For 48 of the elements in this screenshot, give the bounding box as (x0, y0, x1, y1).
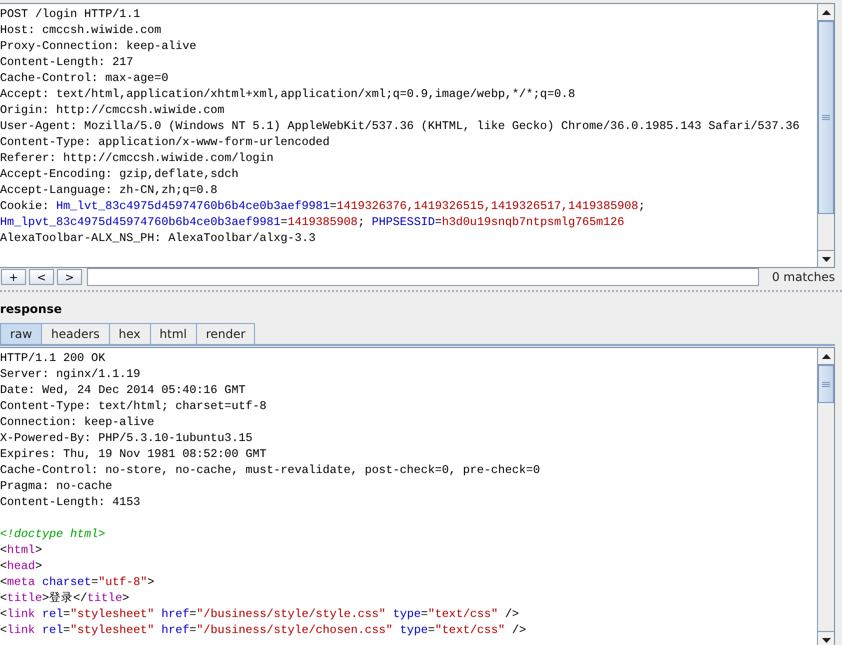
code-line: <title>登录</title> (0, 590, 130, 606)
scroll-up-icon[interactable] (818, 348, 834, 365)
scrollbar[interactable] (817, 348, 834, 645)
code-line: Accept: text/html,application/xhtml+xml,application/xml;q=0.9,image/webp,*/*;q=0.8 (0, 86, 576, 102)
section-title: response (0, 301, 63, 318)
code-line: <!doctype html> (0, 526, 106, 542)
scroll-thumb[interactable] (818, 365, 834, 403)
code-line: Content-Length: 217 (0, 54, 134, 70)
code-line: Accept-Language: zh-CN,zh;q=0.8 (0, 182, 218, 198)
code-line: Connection: keep-alive (0, 414, 156, 430)
code-line: Expires: Thu, 19 Nov 1981 08:52:00 GMT (0, 446, 268, 462)
code-line: User-Agent: Mozilla/5.0 (Windows NT 5.1) AppleWebKit/537.36 (KHTML, like Gecko) Chrome/36.0.1985.143 Safari/537.36 (0, 118, 801, 134)
code-line: Proxy-Connection: keep-alive (0, 38, 198, 54)
tab[interactable]: render (196, 323, 256, 344)
code-line: Cache-Control: max-age=0 (0, 70, 170, 86)
code-line: <link rel="stylesheet" href="/business/style/chosen.css" type="text/css" /> (0, 622, 528, 638)
tab[interactable]: raw (0, 323, 42, 344)
search-nav-button[interactable]: > (57, 269, 82, 285)
code-line: Origin: http://cmccsh.wiwide.com (0, 102, 226, 118)
code-line: Cache-Control: no-store, no-cache, must-revalidate, post-check=0, pre-check=0 (0, 462, 542, 478)
code-line: AlexaToolbar-ALX_NS_PH: AlexaToolbar/alxg-3.3 (0, 230, 317, 246)
code-line: <link rel="stylesheet" href="/business/style/style.css" type="text/css" /> (0, 606, 520, 622)
scrollbar[interactable] (817, 4, 834, 267)
search-nav-button[interactable]: + (1, 269, 26, 285)
match-count: 0 matches (770, 270, 835, 284)
code-line: POST /login HTTP/1.1 (0, 6, 142, 22)
search-nav-button[interactable]: < (29, 269, 54, 285)
code-line: <head> (0, 558, 44, 574)
code-line: Pragma: no-cache (0, 478, 114, 494)
search-field[interactable] (87, 268, 759, 286)
scroll-down-icon[interactable] (818, 250, 834, 267)
code-line: <meta charset="utf-8"> (0, 574, 156, 590)
scroll-down-icon[interactable] (818, 631, 834, 645)
code-line: Referer: http://cmccsh.wiwide.com/login (0, 150, 275, 166)
code-line: Host: cmccsh.wiwide.com (0, 22, 162, 38)
code-line: Content-Length: 4153 (0, 494, 142, 510)
scroll-thumb[interactable] (818, 21, 834, 214)
code-line: <html> (0, 542, 44, 558)
code-line: Hm_lpvt_83c4975d45974760b6b4ce0b3aef9981=1419385908; PHPSESSID=h3d0u19snqb7ntpsmlg765m126 (0, 214, 626, 230)
code-line: Server: nginx/1.1.19 (0, 366, 142, 382)
code-line: X-Powered-By: PHP/5.3.10-1ubuntu3.15 (0, 430, 254, 446)
code-line: HTTP/1.1 200 OK (0, 350, 106, 366)
code-line: Cookie: Hm_lvt_83c4975d45974760b6b4ce0b3aef9981=1419326376,1419326515,1419326517,1419385908; (0, 198, 646, 214)
code-line: Content-Type: application/x-www-form-urlencoded (0, 134, 331, 150)
code-line: Content-Type: text/html; charset=utf-8 (0, 398, 268, 414)
scroll-up-icon[interactable] (818, 4, 834, 21)
code-line: Accept-Encoding: gzip,deflate,sdch (0, 166, 240, 182)
code-line: Date: Wed, 24 Dec 2014 05:40:16 GMT (0, 382, 246, 398)
